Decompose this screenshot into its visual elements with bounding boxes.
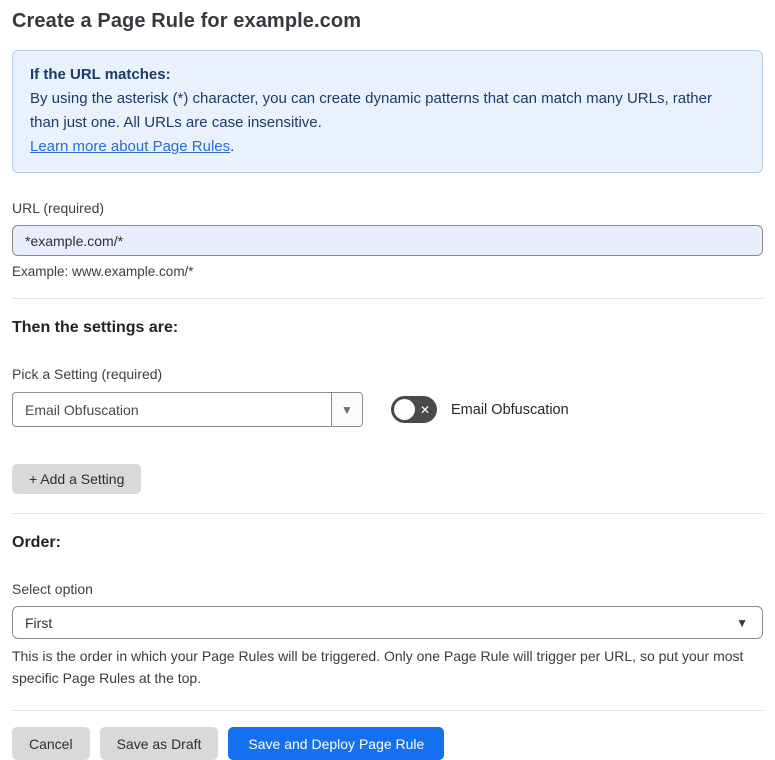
footer-buttons: Cancel Save as Draft Save and Deploy Pag… <box>12 727 763 760</box>
page-title: Create a Page Rule for example.com <box>12 10 362 32</box>
page-rule-form: Create a Page Rule for example.com If th… <box>0 10 775 760</box>
link-period: . <box>230 138 235 155</box>
order-help-text: This is the order in which your Page Rul… <box>12 648 744 686</box>
cancel-button[interactable]: Cancel <box>12 727 90 760</box>
chevron-down-icon: ▼ <box>736 615 748 630</box>
url-field-label: URL (required) <box>12 200 105 216</box>
learn-more-link[interactable]: Learn more about Page Rules <box>30 138 230 155</box>
order-select-value: First <box>25 614 53 631</box>
pick-setting-label: Pick a Setting (required) <box>12 366 163 382</box>
divider <box>12 513 763 514</box>
url-input[interactable] <box>12 225 763 256</box>
info-box-heading: If the URL matches: <box>30 66 171 83</box>
chevron-down-icon: ▼ <box>341 402 353 417</box>
add-setting-button[interactable]: + Add a Setting <box>12 464 142 494</box>
toggle-knob <box>394 399 415 420</box>
save-and-deploy-button[interactable]: Save and Deploy Page Rule <box>228 727 445 760</box>
email-obfuscation-toggle[interactable]: ✕ <box>391 396 437 423</box>
setting-dropdown-value: Email Obfuscation <box>25 401 139 418</box>
settings-section-heading: Then the settings are: <box>12 319 179 336</box>
divider <box>12 298 763 299</box>
info-box-body: By using the asterisk (*) character, you… <box>30 90 712 131</box>
setting-dropdown[interactable]: Email Obfuscation ▼ <box>12 392 363 427</box>
setting-dropdown-arrow-button[interactable]: ▼ <box>331 393 362 426</box>
order-select[interactable]: First ▼ <box>12 606 763 639</box>
info-box-link-line: Learn more about Page Rules. <box>30 135 745 159</box>
save-as-draft-button[interactable]: Save as Draft <box>99 727 219 760</box>
order-section-heading: Order: <box>12 534 61 551</box>
url-match-info-box: If the URL matches: By using the asteris… <box>12 50 763 173</box>
setting-row: Email Obfuscation ▼ ✕ Email Obfuscation <box>12 392 763 427</box>
order-select-label: Select option <box>12 581 93 597</box>
toggle-label: Email Obfuscation <box>451 401 569 418</box>
toggle-off-x-icon: ✕ <box>419 402 430 417</box>
divider <box>12 710 763 711</box>
url-example-text: Example: www.example.com/* <box>12 264 194 279</box>
